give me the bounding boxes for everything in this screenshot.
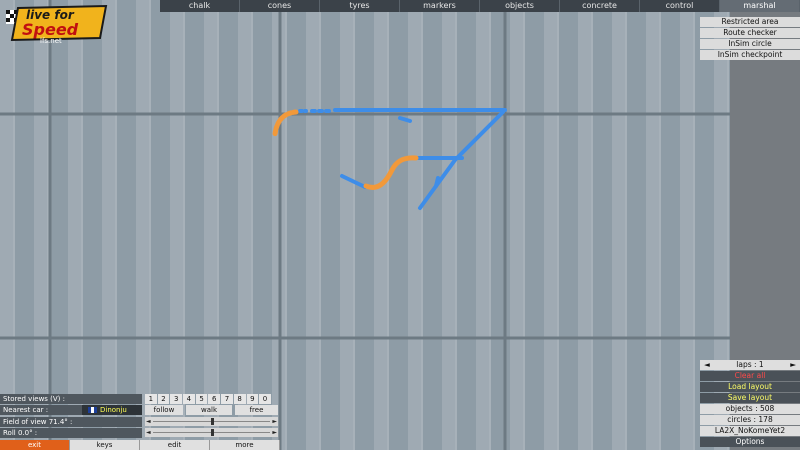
laps-left-arrow-icon[interactable]: ◄ xyxy=(704,360,710,370)
slider-left-arrow-icon[interactable]: ◄ xyxy=(146,428,151,437)
free-button[interactable]: free xyxy=(235,405,278,415)
asphalt-pattern xyxy=(0,0,800,450)
slider-right-arrow-icon[interactable]: ► xyxy=(272,428,277,437)
roll-label: Roll 0.0° : xyxy=(0,428,142,438)
menu-insim-checkpoint[interactable]: InSim checkpoint xyxy=(700,50,800,60)
slider-right-arrow-icon[interactable]: ► xyxy=(272,417,277,426)
laps-value: laps : 1 xyxy=(736,360,764,369)
options-button[interactable]: Options xyxy=(700,437,800,447)
stored-views-label: Stored views (V) : xyxy=(0,394,142,404)
tab-markers[interactable]: markers xyxy=(400,0,480,12)
live-for-speed-logo: live for Speed lfs.net xyxy=(6,4,110,46)
menu-route-checker[interactable]: Route checker xyxy=(700,28,800,38)
fov-label: Field of view 71.4° : xyxy=(0,417,142,427)
load-layout-button[interactable]: Load layout xyxy=(700,382,800,392)
tab-chalk[interactable]: chalk xyxy=(160,0,240,12)
slider-left-arrow-icon[interactable]: ◄ xyxy=(146,417,151,426)
layout-panel: ◄ laps : 1 ► Clear all Load layout Save … xyxy=(700,360,800,448)
view-button-0[interactable]: 0 xyxy=(259,394,271,404)
fov-slider-knob[interactable] xyxy=(210,418,214,425)
roll-slider-knob[interactable] xyxy=(210,429,214,436)
tab-marshal[interactable]: marshal xyxy=(720,0,800,12)
view-button-4[interactable]: 4 xyxy=(183,394,195,404)
roll-slider[interactable]: ◄ ► xyxy=(145,428,278,437)
view-button-3[interactable]: 3 xyxy=(170,394,183,404)
save-layout-button[interactable]: Save layout xyxy=(700,393,800,403)
nearest-car-field[interactable]: Dinonju xyxy=(82,405,142,415)
exit-button[interactable]: exit xyxy=(0,440,70,450)
view-button-5[interactable]: 5 xyxy=(195,394,208,404)
logo-url: lfs.net xyxy=(40,37,62,45)
tab-objects[interactable]: objects xyxy=(480,0,560,12)
view-button-8[interactable]: 8 xyxy=(233,394,246,404)
asphalt-ground-view[interactable] xyxy=(0,0,800,450)
menu-restricted-area[interactable]: Restricted area xyxy=(700,17,800,27)
bottom-button-bar: exit keys edit more xyxy=(0,440,280,450)
stored-view-buttons: 1 2 3 4 5 6 7 8 9 0 xyxy=(145,394,272,404)
flag-stripe-icon xyxy=(91,407,94,413)
laps-selector[interactable]: ◄ laps : 1 ► xyxy=(700,360,800,370)
menu-insim-circle[interactable]: InSim circle xyxy=(700,39,800,49)
objects-count: objects : 508 xyxy=(700,404,800,414)
more-button[interactable]: more xyxy=(210,440,280,450)
view-button-6[interactable]: 6 xyxy=(208,394,221,404)
view-button-2[interactable]: 2 xyxy=(157,394,170,404)
keys-button[interactable]: keys xyxy=(70,440,140,450)
view-button-9[interactable]: 9 xyxy=(246,394,259,404)
tab-control[interactable]: control xyxy=(640,0,720,12)
edit-button[interactable]: edit xyxy=(140,440,210,450)
nearest-car-name: Dinonju xyxy=(100,406,127,414)
walk-button[interactable]: walk xyxy=(186,405,232,415)
follow-button[interactable]: follow xyxy=(145,405,183,415)
nearest-car-label: Nearest car : xyxy=(0,405,82,415)
tab-cones[interactable]: cones xyxy=(240,0,320,12)
fov-slider[interactable]: ◄ ► xyxy=(145,417,278,426)
marshal-submenu: Restricted area Route checker InSim circ… xyxy=(700,17,800,61)
layout-name: LA2X_NoKomeYet2 xyxy=(700,426,800,436)
view-button-1[interactable]: 1 xyxy=(145,394,157,404)
tab-tyres[interactable]: tyres xyxy=(320,0,400,12)
clear-all-button[interactable]: Clear all xyxy=(700,371,800,381)
laps-right-arrow-icon[interactable]: ► xyxy=(790,360,796,370)
view-button-7[interactable]: 7 xyxy=(221,394,233,404)
tab-concrete[interactable]: concrete xyxy=(560,0,640,12)
object-category-toolbar: chalk cones tyres markers objects concre… xyxy=(160,0,800,12)
circles-count: circles : 178 xyxy=(700,415,800,425)
